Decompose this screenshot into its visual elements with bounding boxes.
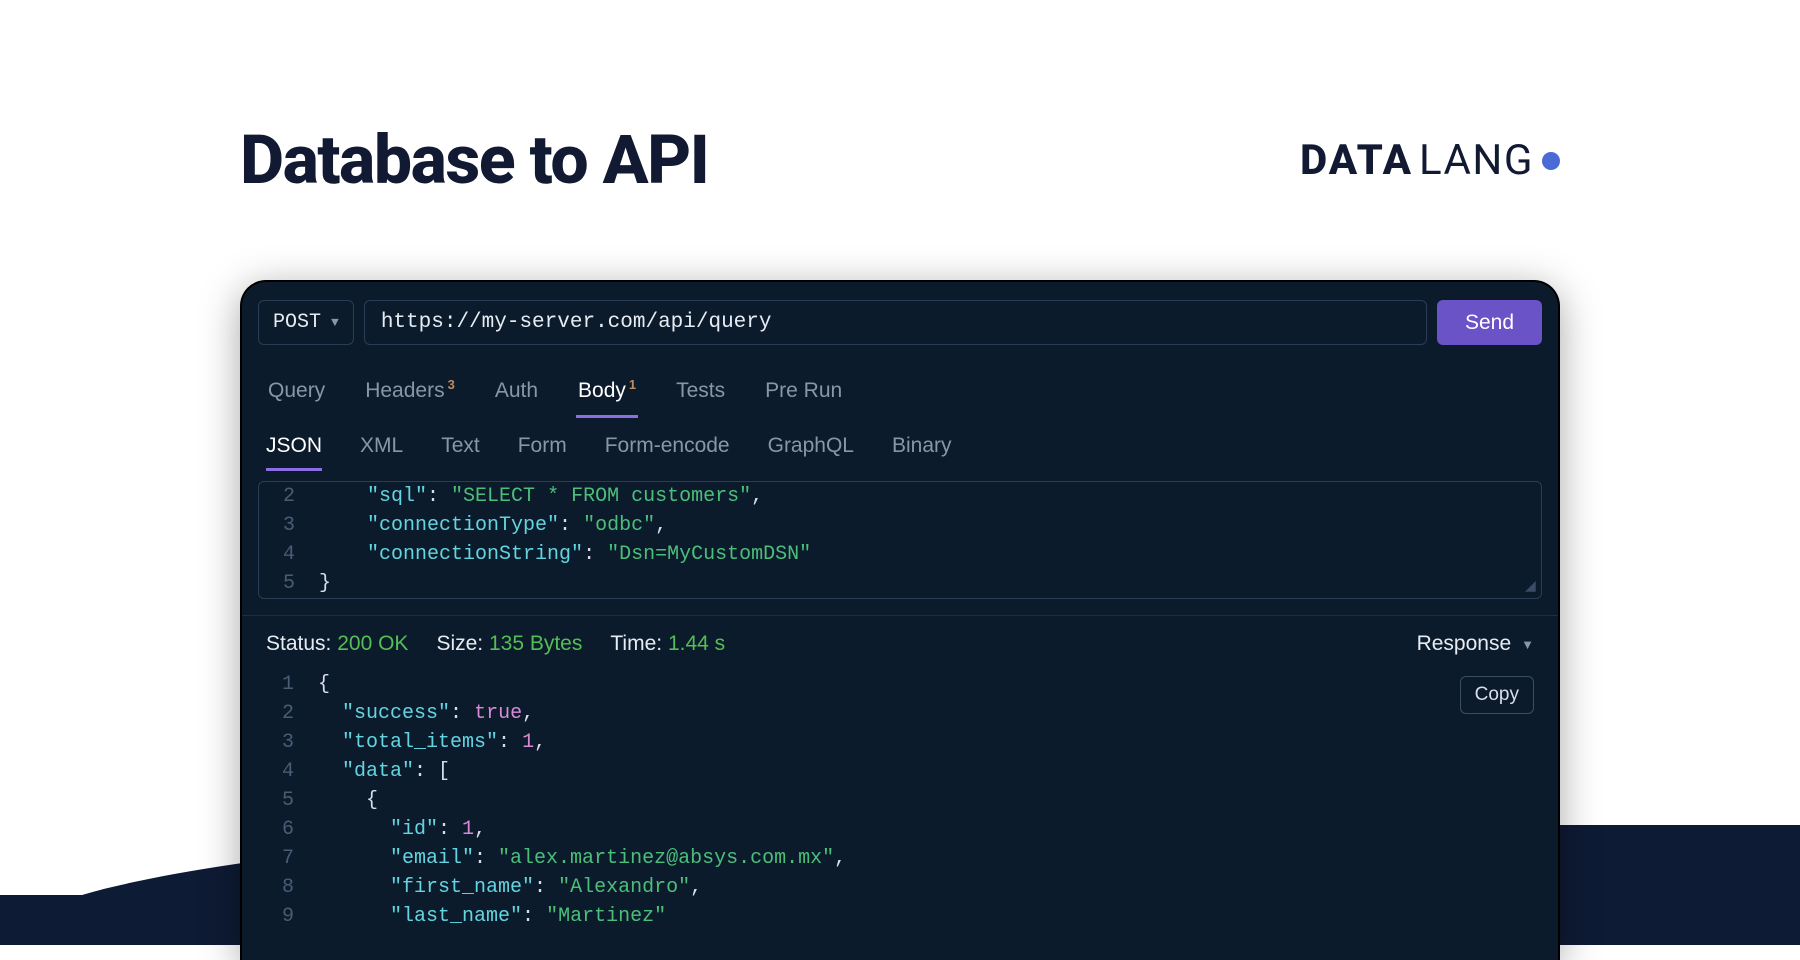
code-line: 9 "last_name": "Martinez"	[258, 902, 1542, 931]
body-type-xml[interactable]: XML	[360, 434, 403, 471]
status-value: 200 OK	[337, 632, 408, 655]
line-number: 4	[258, 757, 318, 786]
response-area: Copy 1{2 "success": true,3 "total_items"…	[242, 670, 1558, 931]
code-content: "success": true,	[318, 699, 534, 728]
url-input[interactable]	[364, 300, 1427, 345]
line-number: 4	[259, 540, 319, 569]
line-number: 9	[258, 902, 318, 931]
body-type-graphql[interactable]: GraphQL	[768, 434, 854, 471]
response-body-viewer[interactable]: 1{2 "success": true,3 "total_items": 1,4…	[258, 670, 1542, 931]
tab-label: Body	[578, 379, 626, 403]
line-number: 5	[258, 786, 318, 815]
response-status-row: Status: 200 OK Size: 135 Bytes Time: 1.4…	[242, 630, 1558, 670]
tab-pre-run[interactable]: Pre Run	[763, 371, 844, 418]
code-content: "first_name": "Alexandro",	[318, 873, 702, 902]
tab-label: Auth	[495, 379, 538, 403]
code-content: "connectionString": "Dsn=MyCustomDSN"	[319, 540, 811, 569]
response-view-label: Response	[1417, 632, 1512, 656]
code-content: "id": 1,	[318, 815, 486, 844]
tab-badge: 3	[448, 377, 455, 392]
line-number: 2	[259, 482, 319, 511]
line-number: 3	[259, 511, 319, 540]
tab-label: Query	[268, 379, 325, 403]
code-line: 6 "id": 1,	[258, 815, 1542, 844]
line-number: 7	[258, 844, 318, 873]
code-line: 1{	[258, 670, 1542, 699]
status-label: Status:	[266, 632, 331, 655]
size-label: Size:	[436, 632, 483, 655]
brand-dot-icon	[1542, 152, 1560, 170]
tab-body[interactable]: Body1	[576, 371, 638, 418]
code-line: 7 "email": "alex.martinez@absys.com.mx",	[258, 844, 1542, 873]
code-content: "total_items": 1,	[318, 728, 546, 757]
body-type-json[interactable]: JSON	[266, 434, 322, 471]
code-line: 3 "total_items": 1,	[258, 728, 1542, 757]
tab-tests[interactable]: Tests	[674, 371, 727, 418]
response-view-select[interactable]: Response ▼	[1417, 632, 1534, 656]
copy-button[interactable]: Copy	[1460, 676, 1534, 714]
divider	[242, 615, 1558, 616]
code-content: "last_name": "Martinez"	[318, 902, 666, 931]
tab-label: Tests	[676, 379, 725, 403]
send-button[interactable]: Send	[1437, 300, 1542, 345]
body-type-form-encode[interactable]: Form-encode	[605, 434, 730, 471]
brand-light: LANG	[1419, 136, 1534, 185]
tab-label: Headers	[365, 379, 444, 403]
body-type-text[interactable]: Text	[441, 434, 480, 471]
time-value: 1.44 s	[668, 632, 725, 655]
code-content: "data": [	[318, 757, 450, 786]
request-bar: POST ▼ Send	[242, 282, 1558, 363]
tab-auth[interactable]: Auth	[493, 371, 540, 418]
body-type-tab-row: JSON XML Text Form Form-encode GraphQL Binary	[242, 418, 1558, 481]
code-line: 4 "data": [	[258, 757, 1542, 786]
http-method-value: POST	[273, 311, 321, 334]
chevron-down-icon: ▼	[1521, 637, 1534, 652]
code-line: 5 {	[258, 786, 1542, 815]
brand-bold: DATA	[1300, 136, 1413, 185]
code-line: 4 "connectionString": "Dsn=MyCustomDSN"	[259, 540, 1541, 569]
code-line: 8 "first_name": "Alexandro",	[258, 873, 1542, 902]
line-number: 1	[258, 670, 318, 699]
tab-label: Pre Run	[765, 379, 842, 403]
code-content: "email": "alex.martinez@absys.com.mx",	[318, 844, 846, 873]
size-value: 135 Bytes	[489, 632, 582, 655]
code-line: 2 "sql": "SELECT * FROM customers",	[259, 482, 1541, 511]
code-line: 2 "success": true,	[258, 699, 1542, 728]
api-client-window: POST ▼ Send QueryHeaders3AuthBody1TestsP…	[240, 280, 1560, 960]
time-label: Time:	[610, 632, 662, 655]
line-number: 5	[259, 569, 319, 598]
request-body-editor[interactable]: ◢ 2 "sql": "SELECT * FROM customers",3 "…	[258, 481, 1542, 599]
line-number: 2	[258, 699, 318, 728]
code-content: {	[318, 786, 378, 815]
code-content: "sql": "SELECT * FROM customers",	[319, 482, 763, 511]
code-content: "connectionType": "odbc",	[319, 511, 667, 540]
request-tab-row: Query Headers 3 Auth Body1 Tests Pre Run	[242, 363, 1558, 418]
line-number: 6	[258, 815, 318, 844]
http-method-select[interactable]: POST ▼	[258, 300, 354, 345]
tab-query[interactable]: Query	[266, 371, 327, 418]
code-line: 3 "connectionType": "odbc",	[259, 511, 1541, 540]
code-content: {	[318, 670, 330, 699]
code-line: 5}	[259, 569, 1541, 598]
page-title: Database to API	[240, 120, 708, 200]
line-number: 3	[258, 728, 318, 757]
chevron-down-icon: ▼	[331, 315, 339, 330]
body-type-binary[interactable]: Binary	[892, 434, 952, 471]
code-content: }	[319, 569, 331, 598]
line-number: 8	[258, 873, 318, 902]
body-type-form[interactable]: Form	[518, 434, 567, 471]
tab-badge: 1	[629, 377, 636, 392]
tab-headers[interactable]: Headers 3	[363, 371, 457, 418]
brand-logo: DATALANG	[1300, 136, 1560, 185]
